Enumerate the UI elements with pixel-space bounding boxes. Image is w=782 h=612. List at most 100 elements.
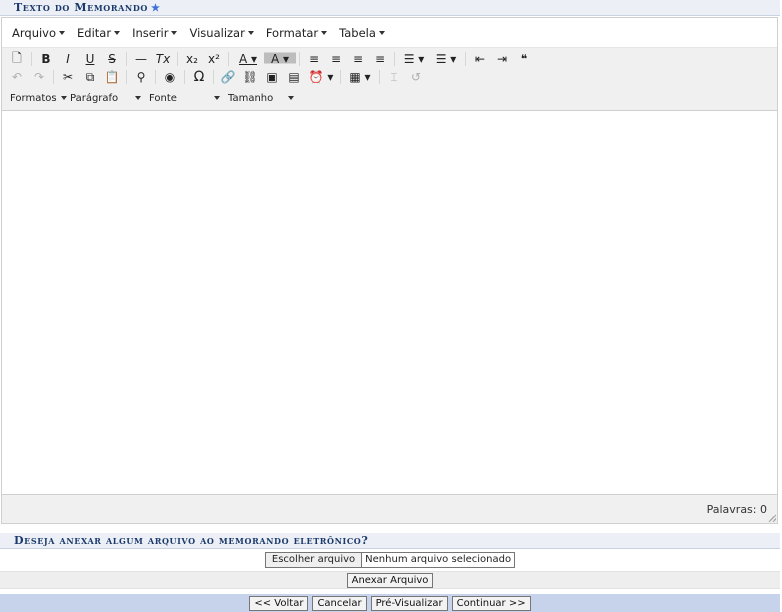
toolbar-separator xyxy=(126,70,127,84)
rich-text-editor: Arquivo Editar Inserir Visualizar Formatar Ta… xyxy=(1,17,778,524)
menu-tabela[interactable]: Tabela xyxy=(333,22,391,44)
chevron-down-icon xyxy=(171,30,178,35)
paste-icon[interactable]: 📋 xyxy=(101,68,123,86)
back-button[interactable]: << Voltar xyxy=(249,595,309,611)
cut-icon[interactable]: ✂ xyxy=(57,68,79,86)
chevron-down-icon xyxy=(321,30,328,35)
cancel-button[interactable]: Cancelar xyxy=(312,595,367,611)
link-icon[interactable]: 🔗 xyxy=(217,68,239,86)
italic-icon[interactable]: I xyxy=(57,50,79,68)
blockquote-icon[interactable]: ❝ xyxy=(513,50,535,68)
font-select-label: Fonte xyxy=(149,92,177,104)
bold-icon[interactable]: B xyxy=(35,50,57,68)
menu-label: Visualizar xyxy=(189,25,245,40)
word-count: Palavras: 0 xyxy=(706,503,767,516)
font-select[interactable]: Fonte xyxy=(145,89,224,107)
menu-arquivo[interactable]: Arquivo xyxy=(6,22,71,44)
page-break-icon[interactable]: ⌶ xyxy=(383,68,405,86)
memo-title-text: Texto do Memorando xyxy=(14,1,148,14)
undo-icon[interactable]: ↶ xyxy=(6,68,28,86)
no-file-label: Nenhum arquivo selecionado xyxy=(362,553,515,567)
table-icon[interactable]: ▦ ▾ xyxy=(344,68,376,86)
toolbar-separator xyxy=(465,52,466,66)
text-color-icon[interactable]: A ▾ xyxy=(232,50,264,68)
paragraph-select-label: Parágrafo xyxy=(70,92,119,104)
toolbar-separator xyxy=(299,52,300,66)
editor-content-area[interactable] xyxy=(2,111,777,495)
chevron-down-icon xyxy=(135,96,141,100)
formats-select-label: Formatos xyxy=(10,92,57,104)
paragraph-select[interactable]: Parágrafo xyxy=(66,89,145,107)
subscript-icon[interactable]: x₂ xyxy=(181,50,203,68)
menu-label: Formatar xyxy=(265,25,319,40)
indent-icon[interactable]: ⇥ xyxy=(491,50,513,68)
file-input[interactable]: Escolher arquivo Nenhum arquivo selecion… xyxy=(264,552,516,568)
menu-label: Tabela xyxy=(339,25,376,40)
chevron-down-icon xyxy=(247,30,254,35)
file-input-row: Escolher arquivo Nenhum arquivo selecion… xyxy=(0,550,780,570)
outdent-icon[interactable]: ⇤ xyxy=(469,50,491,68)
bullet-list-icon[interactable]: ☰ ▾ xyxy=(398,50,430,68)
redo-icon[interactable]: ↷ xyxy=(28,68,50,86)
media-icon[interactable]: ▤ xyxy=(283,68,305,86)
menu-label: Inserir xyxy=(132,25,169,40)
memo-section-title: Texto do Memorando ★ xyxy=(0,0,780,16)
insert-time-icon[interactable]: ⏰ ▾ xyxy=(305,68,337,86)
resize-handle-icon[interactable] xyxy=(768,514,776,522)
align-left-icon[interactable]: ≡ xyxy=(303,50,325,68)
editor-statusbar: Palavras: 0 xyxy=(2,495,777,523)
toolbar-separator xyxy=(379,70,380,84)
attach-button-row: Anexar Arquivo xyxy=(0,571,780,589)
preview-button[interactable]: Pré-Visualizar xyxy=(370,595,448,611)
find-replace-icon[interactable]: ⚲ xyxy=(130,68,152,86)
size-select-label: Tamanho xyxy=(228,92,274,104)
toolbar-separator xyxy=(126,52,127,66)
formats-select[interactable]: Formatos xyxy=(6,89,67,107)
footer-actions: << Voltar Cancelar Pré-Visualizar Contin… xyxy=(0,594,780,612)
menu-formatar[interactable]: Formatar xyxy=(260,22,333,44)
superscript-icon[interactable]: x² xyxy=(203,50,225,68)
toolbar-separator xyxy=(53,70,54,84)
unlink-icon[interactable]: ⛓ xyxy=(239,68,261,86)
preview-icon[interactable]: ◉ xyxy=(159,68,181,86)
numbered-list-icon[interactable]: ☰ ▾ xyxy=(430,50,462,68)
clear-format-icon[interactable]: Tx xyxy=(152,50,174,68)
choose-file-button[interactable]: Escolher arquivo xyxy=(265,553,363,567)
attach-section-title: Deseja anexar algum arquivo ao memorando… xyxy=(0,533,780,549)
align-justify-icon[interactable]: ≡ xyxy=(369,50,391,68)
toolbar-separator xyxy=(177,52,178,66)
chevron-down-icon xyxy=(288,96,294,100)
attach-file-button[interactable]: Anexar Arquivo xyxy=(346,572,434,588)
size-select[interactable]: Tamanho xyxy=(224,89,298,107)
restore-draft-icon[interactable]: ↺ xyxy=(405,68,427,86)
toolbar-separator xyxy=(228,52,229,66)
image-icon[interactable]: ▣ xyxy=(261,68,283,86)
align-center-icon[interactable]: ≡ xyxy=(325,50,347,68)
menu-label: Arquivo xyxy=(12,25,57,40)
horizontal-rule-icon[interactable]: — xyxy=(130,50,152,68)
toolbar-separator xyxy=(213,70,214,84)
chevron-down-icon xyxy=(378,30,385,35)
continue-button[interactable]: Continuar >> xyxy=(451,595,531,611)
new-document-icon[interactable]: 🗋 xyxy=(6,50,28,68)
background-color-icon[interactable]: A ▾ xyxy=(264,50,296,68)
editor-menubar: Arquivo Editar Inserir Visualizar Formatar Ta… xyxy=(2,18,777,48)
menu-editar[interactable]: Editar xyxy=(71,22,126,44)
copy-icon[interactable]: ⧉ xyxy=(79,68,101,86)
special-char-icon[interactable]: Ω xyxy=(188,68,210,86)
menu-visualizar[interactable]: Visualizar xyxy=(183,22,259,44)
toolbar-separator xyxy=(155,70,156,84)
required-star-icon: ★ xyxy=(150,3,161,14)
chevron-down-icon xyxy=(114,30,121,35)
toolbar-row-1: 🗋 B I U S — Tx x₂ x² A ▾ A ▾ ≡ ≡ ≡ ≡ ☰ ▾ ☰ ▾ ⇤ ⇥ ❝ xyxy=(6,50,773,68)
toolbar-separator xyxy=(340,70,341,84)
align-right-icon[interactable]: ≡ xyxy=(347,50,369,68)
underline-icon[interactable]: U xyxy=(79,50,101,68)
toolbar-separator xyxy=(394,52,395,66)
strikethrough-icon[interactable]: S xyxy=(101,50,123,68)
toolbar-separator xyxy=(31,52,32,66)
menu-label: Editar xyxy=(77,25,112,40)
chevron-down-icon xyxy=(214,96,220,100)
menu-inserir[interactable]: Inserir xyxy=(126,22,183,44)
toolbar-row-2: ↶ ↷ ✂ ⧉ 📋 ⚲ ◉ Ω 🔗 ⛓ ▣ ▤ ⏰ ▾ ▦ ▾ ⌶ ↺ xyxy=(6,68,773,86)
